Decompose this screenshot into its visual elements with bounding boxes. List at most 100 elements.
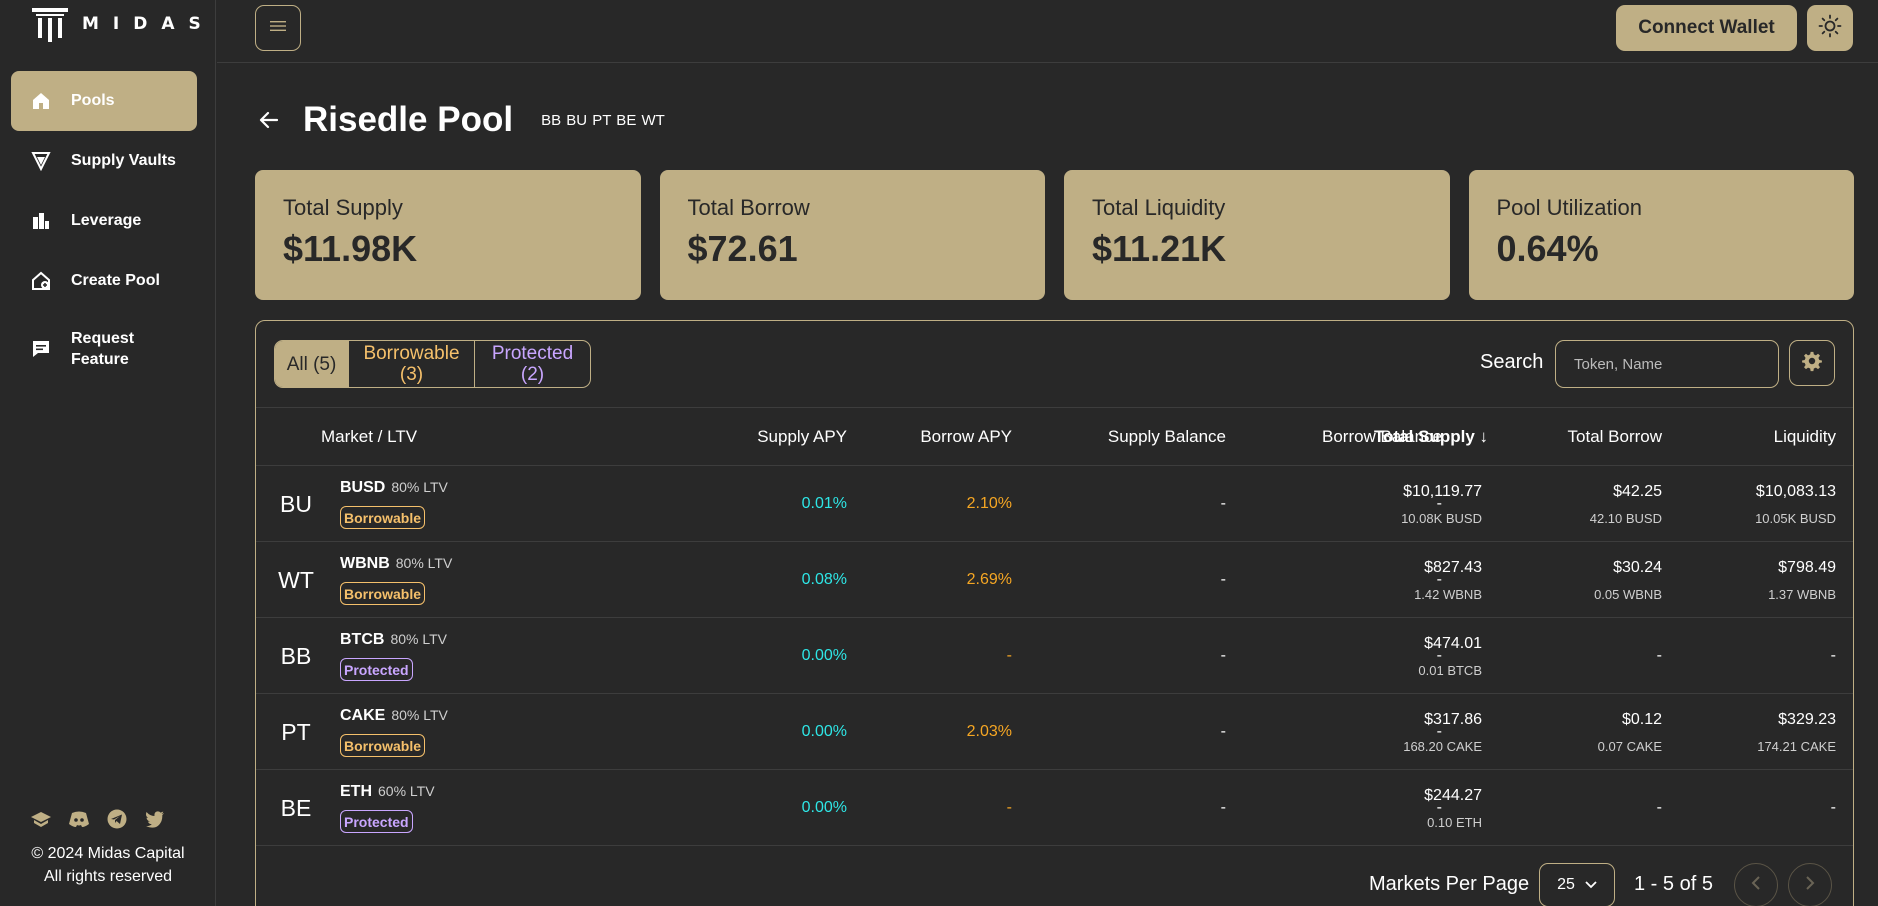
total-supply-cell: $474.01 0.01 BTCB [1418,618,1482,694]
column-supply-balance[interactable]: Supply Balance [1108,408,1226,465]
copyright-line2: All rights reserved [43,868,173,885]
sidebar-item-label: Leverage [71,212,142,229]
table-row[interactable]: PT CAKE 80% LTV Borrowable 0.00% 2.03% - - $317.… [256,694,1853,770]
liquidity-token-amount: 174.21 CAKE [1757,738,1836,754]
total-supply-cell: $244.27 0.10 ETH [1424,770,1482,846]
total-supply-token-amount: 0.10 ETH [1427,814,1482,830]
sidebar-item-create-pool[interactable]: Create Pool [11,251,197,311]
total-supply-value: $474.01 [1424,634,1482,652]
twitter-icon[interactable] [144,808,166,830]
borrow-apy-cell: 2.03% [966,723,1012,740]
logo[interactable]: MIDAS [28,4,215,44]
sidebar-item-label: Create Pool [71,272,160,289]
stat-total-borrow: Total Borrow $72.61 [659,170,1045,300]
filter-protected[interactable]: Protected (2) [475,341,590,387]
stat-label: Total Borrow [687,195,810,220]
supply-vaults-icon [29,149,53,173]
menu-button[interactable] [255,5,301,51]
request-feature-icon [29,337,53,361]
borrow-apy-cell: 2.69% [966,571,1012,588]
token-symbol: BUSD 80% LTV [340,479,448,497]
connect-wallet-button[interactable]: Connect Wallet [1616,5,1797,51]
telegram-icon[interactable] [106,808,128,830]
supply-balance-cell: - [1220,571,1226,588]
supply-apy-cell: 0.00% [801,723,847,740]
total-supply-value: $244.27 [1424,786,1482,804]
filter-all[interactable]: All (5) [275,341,349,387]
token-logo: BE [280,794,312,821]
liquidity-cell: $10,083.13 10.05K BUSD [1755,466,1836,542]
theme-toggle-button[interactable] [1807,5,1853,51]
column-borrow-apy[interactable]: Borrow APY [920,408,1012,465]
liquidity-token-amount: 1.37 WBNB [1768,586,1836,602]
token-symbol-text: BUSD [340,479,386,496]
liquidity-token-amount: 10.05K BUSD [1755,510,1836,526]
column-supply-apy[interactable]: Supply APY [757,408,847,465]
table-settings-button[interactable] [1789,340,1835,386]
create-pool-icon [29,269,53,293]
liquidity-value: $798.49 [1778,558,1836,576]
supply-apy-cell: 0.08% [801,571,847,588]
token-ltv: 60% LTV [378,783,435,799]
column-market[interactable]: Market / LTV [321,408,417,465]
search-label: Search [1480,351,1544,373]
supply-balance-cell: - [1220,723,1226,740]
total-borrow-value: - [1656,799,1662,816]
markets-panel: All (5) Borrowable (3) Protected (2) Searc… [255,320,1854,906]
discord-icon[interactable] [68,808,90,830]
sidebar-item-label: Pools [71,92,115,109]
supply-apy-cell: 0.00% [801,799,847,816]
prev-page-button[interactable] [1734,863,1778,906]
filter-borrowable[interactable]: Borrowable (3) [349,341,475,387]
status-badge: Borrowable [340,734,426,757]
column-total-supply[interactable]: Total Supply ↓ [1308,408,1488,465]
token-ltv: 80% LTV [391,707,448,723]
app-root: MIDAS Pools Supply Vaults Leverage Creat… [0,0,1878,906]
supply-balance-cell: - [1220,647,1226,664]
pool-header: Risedle Pool BB BU PT BE WT [255,100,665,140]
table-row[interactable]: BU BUSD 80% LTV Borrowable 0.01% 2.10% - - $10,1… [256,466,1853,542]
docs-icon[interactable] [30,808,52,830]
token-symbol: WBNB 80% LTV [340,555,452,573]
status-badge: Borrowable [340,506,426,529]
liquidity-value: $329.23 [1778,710,1836,728]
stat-label: Total Liquidity [1092,195,1226,220]
token-logo: BB [280,642,312,669]
liquidity-cell: - [1831,770,1836,846]
next-page-button[interactable] [1788,863,1832,906]
liquidity-value: $10,083.13 [1755,482,1836,500]
table-row[interactable]: WT WBNB 80% LTV Borrowable 0.08% 2.69% - - $827.… [256,542,1853,618]
pool-stats: Total Supply $11.98K Total Borrow $72.61… [255,170,1854,300]
column-total-borrow[interactable]: Total Borrow [1568,408,1662,465]
column-liquidity[interactable]: Liquidity [1774,408,1836,465]
table-row[interactable]: BE ETH 60% LTV Protected 0.00% - - - $244.27 0.10… [256,770,1853,846]
sidebar-item-label: Request Feature [71,330,135,368]
pools-icon [29,89,53,113]
sidebar-item-supply-vaults[interactable]: Supply Vaults [11,131,197,191]
total-borrow-cell: $30.24 0.05 WBNB [1594,542,1662,618]
stat-label: Total Supply [283,195,403,220]
borrow-apy-cell: - [1006,647,1012,664]
sidebar: MIDAS Pools Supply Vaults Leverage Creat… [0,0,216,906]
liquidity-value: - [1830,647,1836,664]
table-row[interactable]: BB BTCB 80% LTV Protected 0.00% - - - $474.01 0.0… [256,618,1853,694]
sidebar-item-leverage[interactable]: Leverage [11,191,197,251]
markets-per-page-select[interactable]: 25 [1539,863,1615,906]
total-borrow-value: $0.12 [1621,710,1662,728]
token-symbol-text: ETH [340,783,372,800]
total-borrow-token-amount: 0.05 WBNB [1594,586,1662,602]
filter-borrowable-label: Borrowable [363,343,460,364]
token-symbol: BTCB 80% LTV [340,631,447,649]
sidebar-item-request-feature[interactable]: Request Feature [11,311,197,387]
back-arrow-icon[interactable] [255,106,283,134]
search-input[interactable] [1555,340,1779,388]
status-badge: Borrowable [340,582,426,605]
stat-pool-utilization: Pool Utilization 0.64% [1468,170,1854,300]
filter-borrowable-count: (3) [399,364,424,385]
sidebar-item-pools[interactable]: Pools [11,71,197,131]
chevron-down-icon [1585,876,1597,894]
copyright-line1: © 2024 Midas Capital [31,845,185,862]
token-ltv: 80% LTV [390,631,447,647]
liquidity-cell: $798.49 1.37 WBNB [1768,542,1836,618]
token-symbol-text: CAKE [340,707,386,724]
